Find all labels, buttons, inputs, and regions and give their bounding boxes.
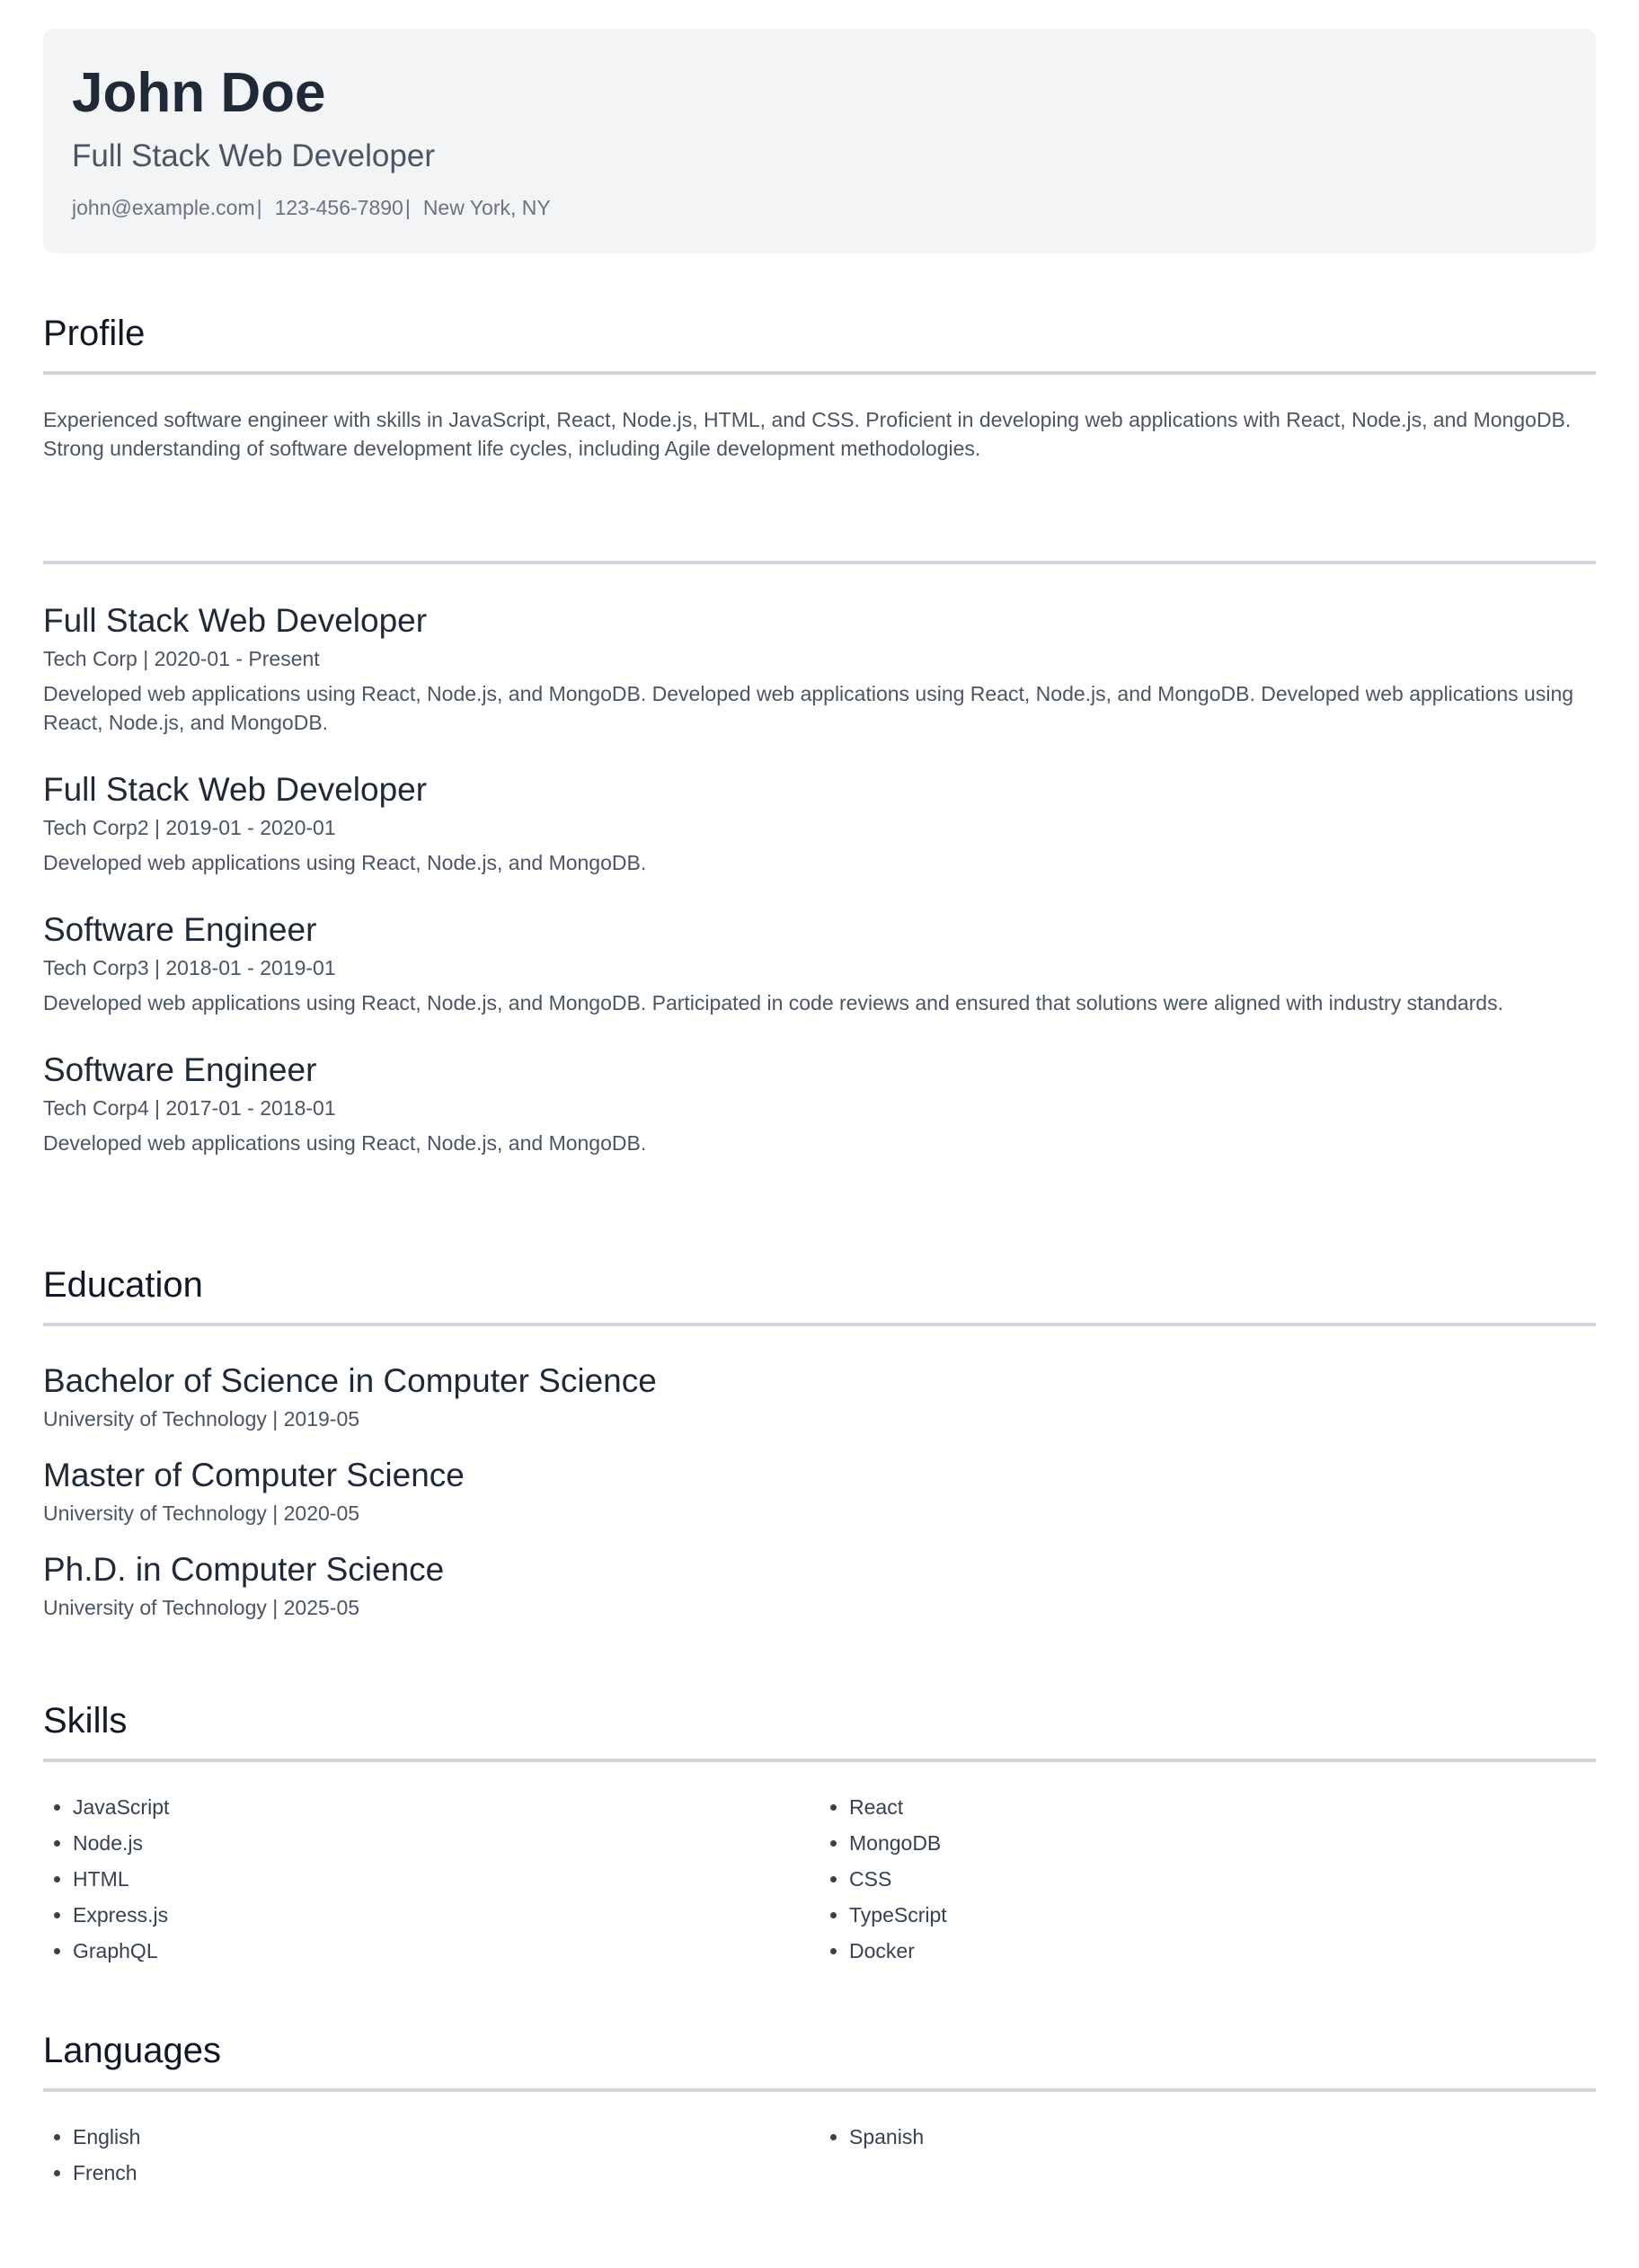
job-meta: Tech Corp3 | 2018-01 - 2019-01 — [43, 956, 336, 979]
section-divider — [43, 1323, 1596, 1326]
skill-item: Docker — [849, 1933, 1596, 1969]
headline: Full Stack Web Developer — [72, 138, 435, 173]
skill-item: JavaScript — [73, 1789, 820, 1825]
section-divider — [43, 561, 1596, 564]
resume-page: John Doe Full Stack Web Developer john@e… — [0, 0, 1639, 2268]
skills-column-left: JavaScript Node.js HTML Express.js Graph… — [43, 1789, 820, 1969]
languages-column-left: English French — [43, 2119, 820, 2191]
job-meta: Tech Corp2 | 2019-01 - 2020-01 — [43, 816, 336, 839]
job-description: Developed web applications using React, … — [43, 1131, 647, 1155]
job-meta: Tech Corp | 2020-01 - Present — [43, 647, 320, 670]
experience-item: Full Stack Web Developer Tech Corp | 202… — [43, 600, 1596, 737]
email-link[interactable]: john@example.com — [72, 196, 255, 219]
experience-section: Full Stack Web Developer Tech Corp | 202… — [43, 561, 1596, 1190]
section-divider — [43, 1759, 1596, 1762]
education-list: Bachelor of Science in Computer Science … — [43, 1360, 1596, 1621]
job-description: Developed web applications using React, … — [43, 682, 1574, 734]
experience-item: Full Stack Web Developer Tech Corp2 | 20… — [43, 769, 1596, 877]
language-item: English — [73, 2119, 820, 2155]
person-name: John Doe — [72, 62, 326, 124]
skills-columns: JavaScript Node.js HTML Express.js Graph… — [43, 1789, 1596, 1969]
contact-separator: | — [404, 196, 411, 219]
job-title: Software Engineer — [43, 911, 317, 948]
skill-item: Express.js — [73, 1897, 820, 1933]
job-description: Developed web applications using React, … — [43, 851, 647, 874]
education-item: Ph.D. in Computer Science University of … — [43, 1549, 1596, 1621]
skill-item: CSS — [849, 1861, 1596, 1897]
experience-item: Software Engineer Tech Corp4 | 2017-01 -… — [43, 1050, 1596, 1157]
location: New York, NY — [422, 196, 551, 219]
skill-item: GraphQL — [73, 1933, 820, 1969]
skill-item: MongoDB — [849, 1825, 1596, 1861]
languages-section: Languages English French Spanish — [43, 2028, 1596, 2191]
skills-column-right: React MongoDB CSS TypeScript Docker — [820, 1789, 1596, 1969]
languages-columns: English French Spanish — [43, 2119, 1596, 2191]
section-title-profile: Profile — [43, 314, 146, 353]
job-meta: Tech Corp4 | 2017-01 - 2018-01 — [43, 1096, 336, 1120]
section-divider — [43, 2088, 1596, 2092]
degree-title: Ph.D. in Computer Science — [43, 1551, 445, 1588]
profile-summary: Experienced software engineer with skill… — [43, 408, 1572, 460]
experience-item: Software Engineer Tech Corp3 | 2018-01 -… — [43, 909, 1596, 1017]
contact-line: john@example.com| 123-456-7890| New York, … — [72, 194, 1567, 221]
contact-separator: | — [256, 196, 262, 219]
job-title: Software Engineer — [43, 1051, 317, 1088]
degree-title: Master of Computer Science — [43, 1457, 465, 1493]
profile-section: Profile Experienced software engineer wi… — [43, 311, 1596, 463]
section-divider — [43, 371, 1596, 375]
degree-title: Bachelor of Science in Computer Science — [43, 1362, 657, 1399]
language-item: Spanish — [849, 2119, 1596, 2155]
language-item: French — [73, 2155, 820, 2191]
section-title-languages: Languages — [43, 2031, 221, 2070]
skills-section: Skills JavaScript Node.js HTML Express.j… — [43, 1698, 1596, 1969]
education-item: Bachelor of Science in Computer Science … — [43, 1360, 1596, 1432]
skill-item: Node.js — [73, 1825, 820, 1861]
education-meta: University of Technology | 2025-05 — [43, 1596, 360, 1619]
phone-number: 123-456-7890 — [274, 196, 403, 219]
education-section: Education Bachelor of Science in Compute… — [43, 1262, 1596, 1643]
skill-item: TypeScript — [849, 1897, 1596, 1933]
education-item: Master of Computer Science University of… — [43, 1455, 1596, 1527]
job-description: Developed web applications using React, … — [43, 991, 1503, 1014]
skill-item: HTML — [73, 1861, 820, 1897]
section-title-skills: Skills — [43, 1701, 128, 1741]
skill-item: React — [849, 1789, 1596, 1825]
resume-header: John Doe Full Stack Web Developer john@e… — [43, 29, 1596, 253]
section-title-education: Education — [43, 1265, 203, 1305]
languages-column-right: Spanish — [820, 2119, 1596, 2191]
job-title: Full Stack Web Developer — [43, 602, 428, 639]
education-meta: University of Technology | 2019-05 — [43, 1407, 360, 1431]
job-title: Full Stack Web Developer — [43, 771, 428, 808]
experience-list: Full Stack Web Developer Tech Corp | 202… — [43, 600, 1596, 1157]
education-meta: University of Technology | 2020-05 — [43, 1502, 360, 1525]
